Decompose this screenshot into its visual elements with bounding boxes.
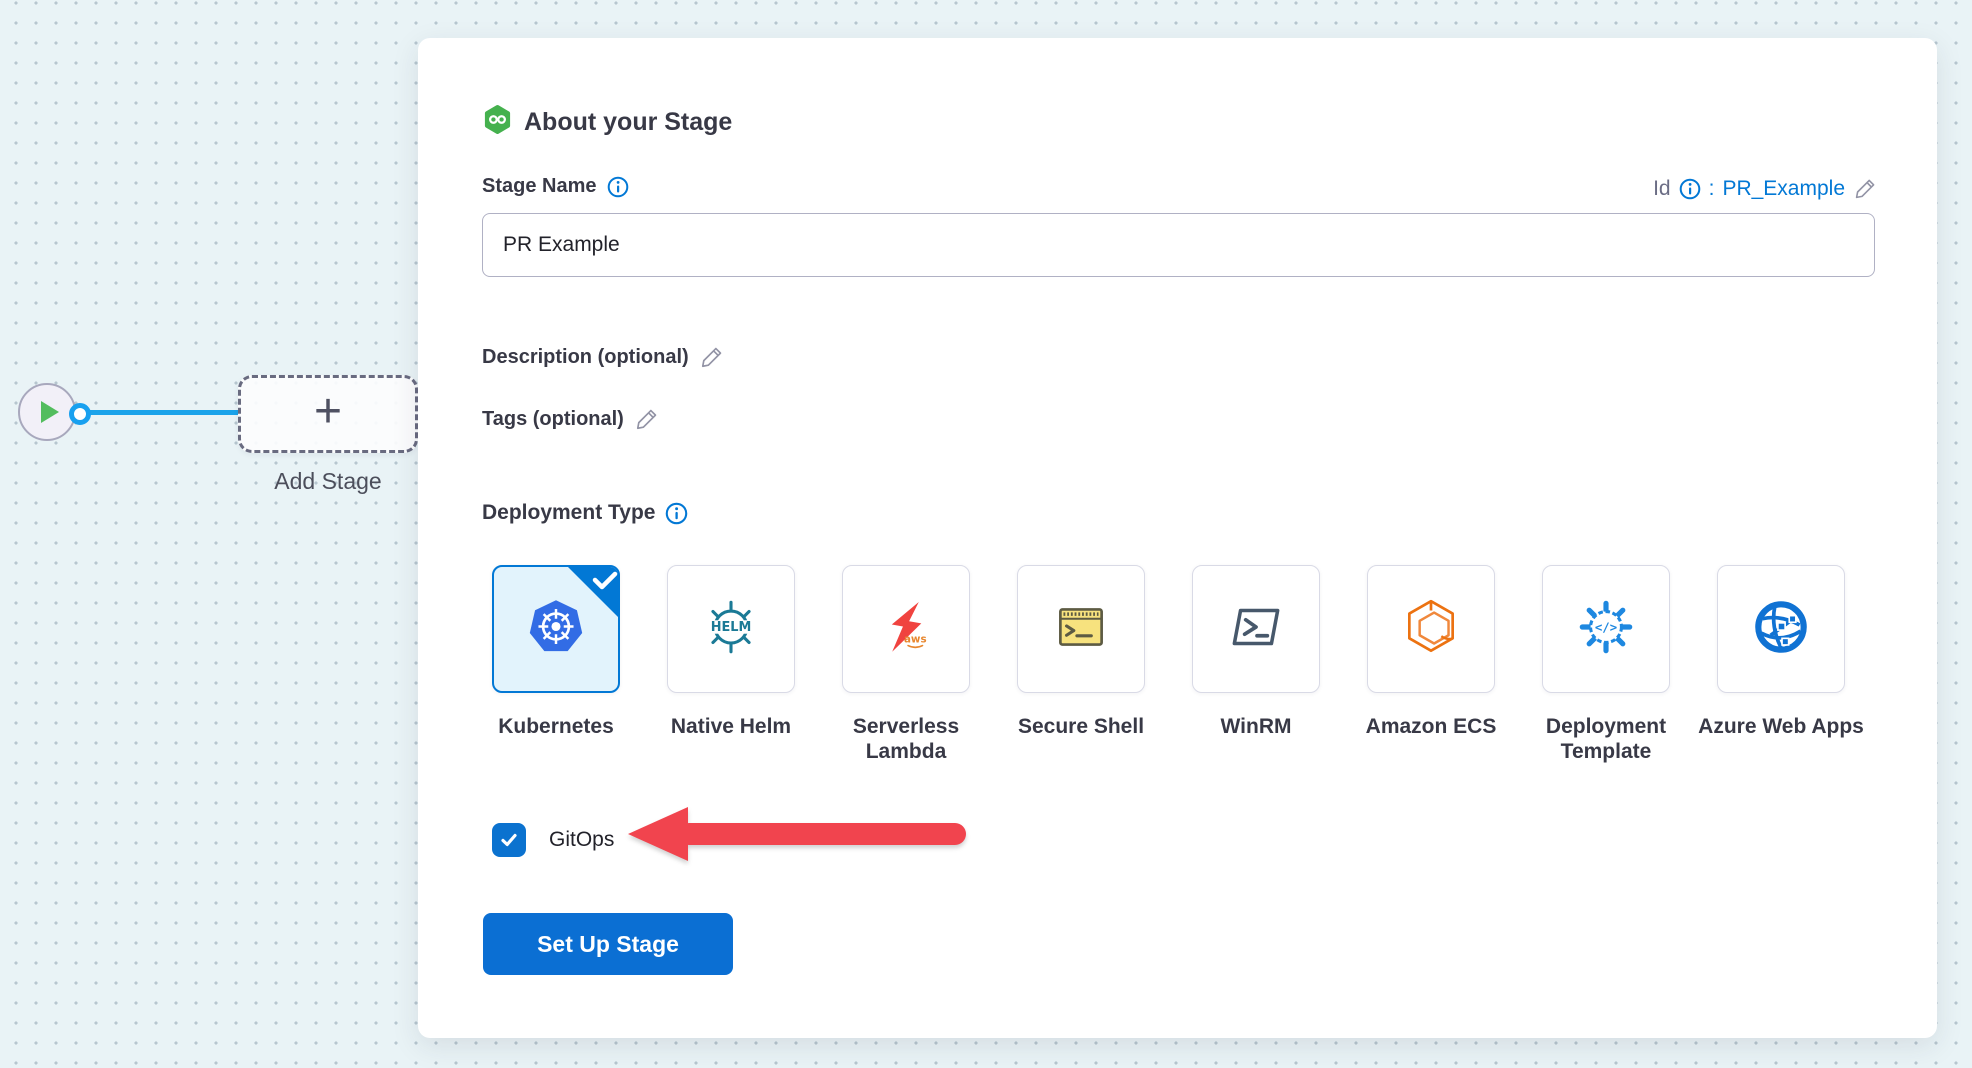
secure-shell-icon	[1048, 594, 1114, 665]
svg-text:HELM: HELM	[711, 620, 752, 635]
tile-native-helm[interactable]: HELM	[667, 565, 795, 693]
edit-tags-icon[interactable]	[634, 407, 659, 432]
play-icon	[41, 401, 59, 423]
check-icon	[499, 830, 519, 850]
edit-id-icon[interactable]	[1853, 177, 1877, 201]
tile-label: Azure Web Apps	[1690, 715, 1872, 740]
tile-label: Native Helm	[640, 715, 822, 740]
add-stage-button[interactable]: +	[238, 375, 418, 453]
pipeline-start-node[interactable]	[18, 383, 76, 441]
annotation-arrow-icon	[626, 804, 971, 869]
info-icon[interactable]	[607, 176, 629, 198]
deployment-template-icon: </>	[1573, 594, 1639, 665]
helm-icon: HELM	[698, 594, 764, 665]
winrm-icon	[1223, 594, 1289, 665]
tile-secure-shell[interactable]	[1017, 565, 1145, 693]
plus-icon: +	[314, 388, 342, 436]
amazon-ecs-icon	[1398, 594, 1464, 665]
selected-check-icon	[567, 566, 619, 623]
add-stage-label: Add Stage	[238, 468, 418, 495]
tile-winrm[interactable]	[1192, 565, 1320, 693]
tile-label: Amazon ECS	[1340, 715, 1522, 740]
description-label: Description (optional)	[482, 346, 689, 369]
gitops-row: GitOps	[492, 822, 614, 858]
tile-label: Deployment Template	[1515, 715, 1697, 765]
id-separator: :	[1709, 177, 1715, 201]
panel-header: About your Stage	[482, 104, 732, 140]
tile-label: Kubernetes	[465, 715, 647, 740]
info-icon[interactable]	[665, 502, 688, 525]
about-stage-panel: About your Stage Stage Name Id : PR_Exam…	[418, 38, 1937, 1038]
tile-kubernetes[interactable]	[492, 565, 620, 693]
stage-id-value: PR_Example	[1722, 177, 1845, 201]
stage-id-row: Id : PR_Example	[1653, 177, 1877, 201]
tags-label: Tags (optional)	[482, 408, 624, 431]
cd-stage-icon	[482, 104, 513, 140]
tile-label: Secure Shell	[990, 715, 1172, 740]
tile-azure-web-apps[interactable]	[1717, 565, 1845, 693]
tile-deployment-template[interactable]: </>	[1542, 565, 1670, 693]
tile-amazon-ecs[interactable]	[1367, 565, 1495, 693]
deployment-type-label: Deployment Type	[482, 501, 655, 525]
panel-title: About your Stage	[524, 108, 732, 137]
edit-description-icon[interactable]	[699, 345, 724, 370]
serverless-lambda-icon: aws	[873, 594, 939, 665]
svg-text:aws: aws	[904, 633, 927, 645]
id-label: Id	[1653, 177, 1671, 201]
info-icon[interactable]	[1679, 178, 1701, 200]
tile-label: Serverless Lambda	[815, 715, 997, 765]
tile-label: WinRM	[1165, 715, 1347, 740]
gitops-checkbox[interactable]	[492, 823, 526, 857]
svg-text:</>: </>	[1595, 620, 1617, 634]
stage-name-input[interactable]	[482, 213, 1875, 277]
set-up-stage-button[interactable]: Set Up Stage	[483, 913, 733, 975]
deployment-type-options: Kubernetes HELM Nati	[492, 565, 1845, 765]
stage-name-label: Stage Name	[482, 175, 597, 198]
gitops-label: GitOps	[549, 828, 614, 852]
pipeline-edge	[90, 410, 238, 415]
edge-connector-dot[interactable]	[69, 403, 91, 425]
azure-web-apps-icon	[1748, 594, 1814, 665]
tile-serverless-lambda[interactable]: aws	[842, 565, 970, 693]
